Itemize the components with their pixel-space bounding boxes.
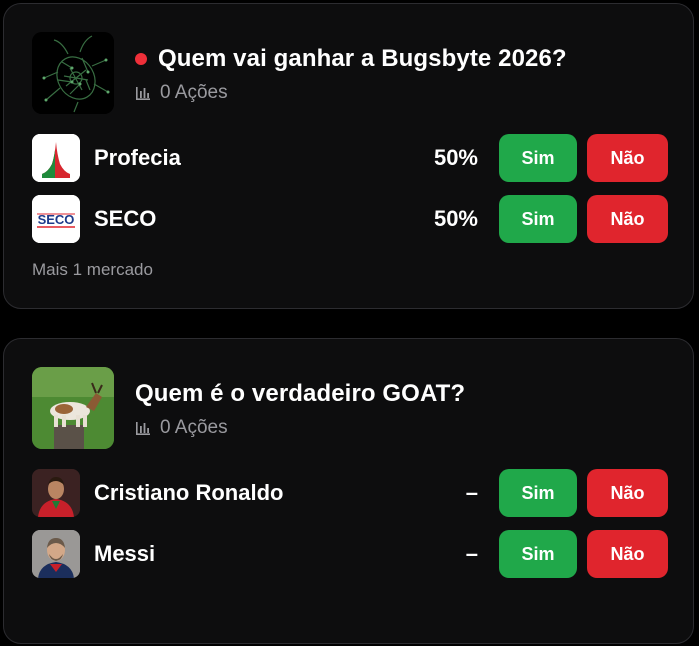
ronaldo-avatar bbox=[32, 469, 80, 517]
market-title-row[interactable]: Quem é o verdadeiro GOAT? bbox=[135, 379, 465, 409]
market-title[interactable]: Quem é o verdadeiro GOAT? bbox=[135, 380, 465, 408]
no-button[interactable]: Não bbox=[587, 469, 668, 517]
outcome-label: SECO bbox=[94, 206, 157, 231]
yes-button[interactable]: Sim bbox=[499, 195, 577, 243]
market-card-bugsbyte[interactable]: Quem vai ganhar a Bugsbyte 2026? 0 Ações… bbox=[3, 3, 694, 309]
market-title-row[interactable]: Quem vai ganhar a Bugsbyte 2026? bbox=[135, 44, 567, 74]
outcome-percent: 50% bbox=[433, 145, 478, 170]
no-button[interactable]: Não bbox=[587, 134, 668, 182]
messi-avatar bbox=[32, 530, 80, 578]
more-markets-link[interactable]: Mais 1 mercado bbox=[32, 260, 153, 280]
bar-chart-icon bbox=[136, 87, 150, 100]
market-card-goat[interactable]: Quem é o verdadeiro GOAT? 0 Ações Cristi… bbox=[3, 338, 694, 644]
outcome-label: Messi bbox=[94, 541, 156, 566]
outcome-label: Profecia bbox=[94, 145, 181, 170]
seco-logo: SECO bbox=[32, 195, 80, 243]
outcome-percent: – bbox=[465, 541, 478, 566]
volume-text: 0 Ações bbox=[160, 417, 228, 438]
outcome-row[interactable]: Cristiano Ronaldo – Sim Não bbox=[32, 469, 668, 517]
no-button[interactable]: Não bbox=[587, 530, 668, 578]
profecia-logo bbox=[32, 134, 80, 182]
market-volume: 0 Ações bbox=[135, 417, 228, 439]
yes-button[interactable]: Sim bbox=[499, 530, 577, 578]
outcome-percent: – bbox=[465, 480, 478, 505]
outcome-row[interactable]: Messi – Sim Não bbox=[32, 530, 668, 578]
market-volume: 0 Ações bbox=[135, 82, 228, 104]
goat-thumbnail bbox=[32, 367, 114, 449]
bug-circuit-thumbnail bbox=[32, 32, 114, 114]
yes-button[interactable]: Sim bbox=[499, 134, 577, 182]
bar-chart-icon bbox=[136, 422, 150, 435]
outcome-percent: 50% bbox=[433, 206, 478, 231]
yes-button[interactable]: Sim bbox=[499, 469, 577, 517]
no-button[interactable]: Não bbox=[587, 195, 668, 243]
outcome-row[interactable]: Profecia 50% Sim Não bbox=[32, 134, 668, 182]
volume-text: 0 Ações bbox=[160, 82, 228, 103]
outcome-row[interactable]: SECO SECO 50% Sim Não bbox=[32, 195, 668, 243]
outcome-label: Cristiano Ronaldo bbox=[94, 480, 284, 505]
live-indicator-dot bbox=[135, 53, 147, 65]
market-title[interactable]: Quem vai ganhar a Bugsbyte 2026? bbox=[158, 45, 567, 73]
